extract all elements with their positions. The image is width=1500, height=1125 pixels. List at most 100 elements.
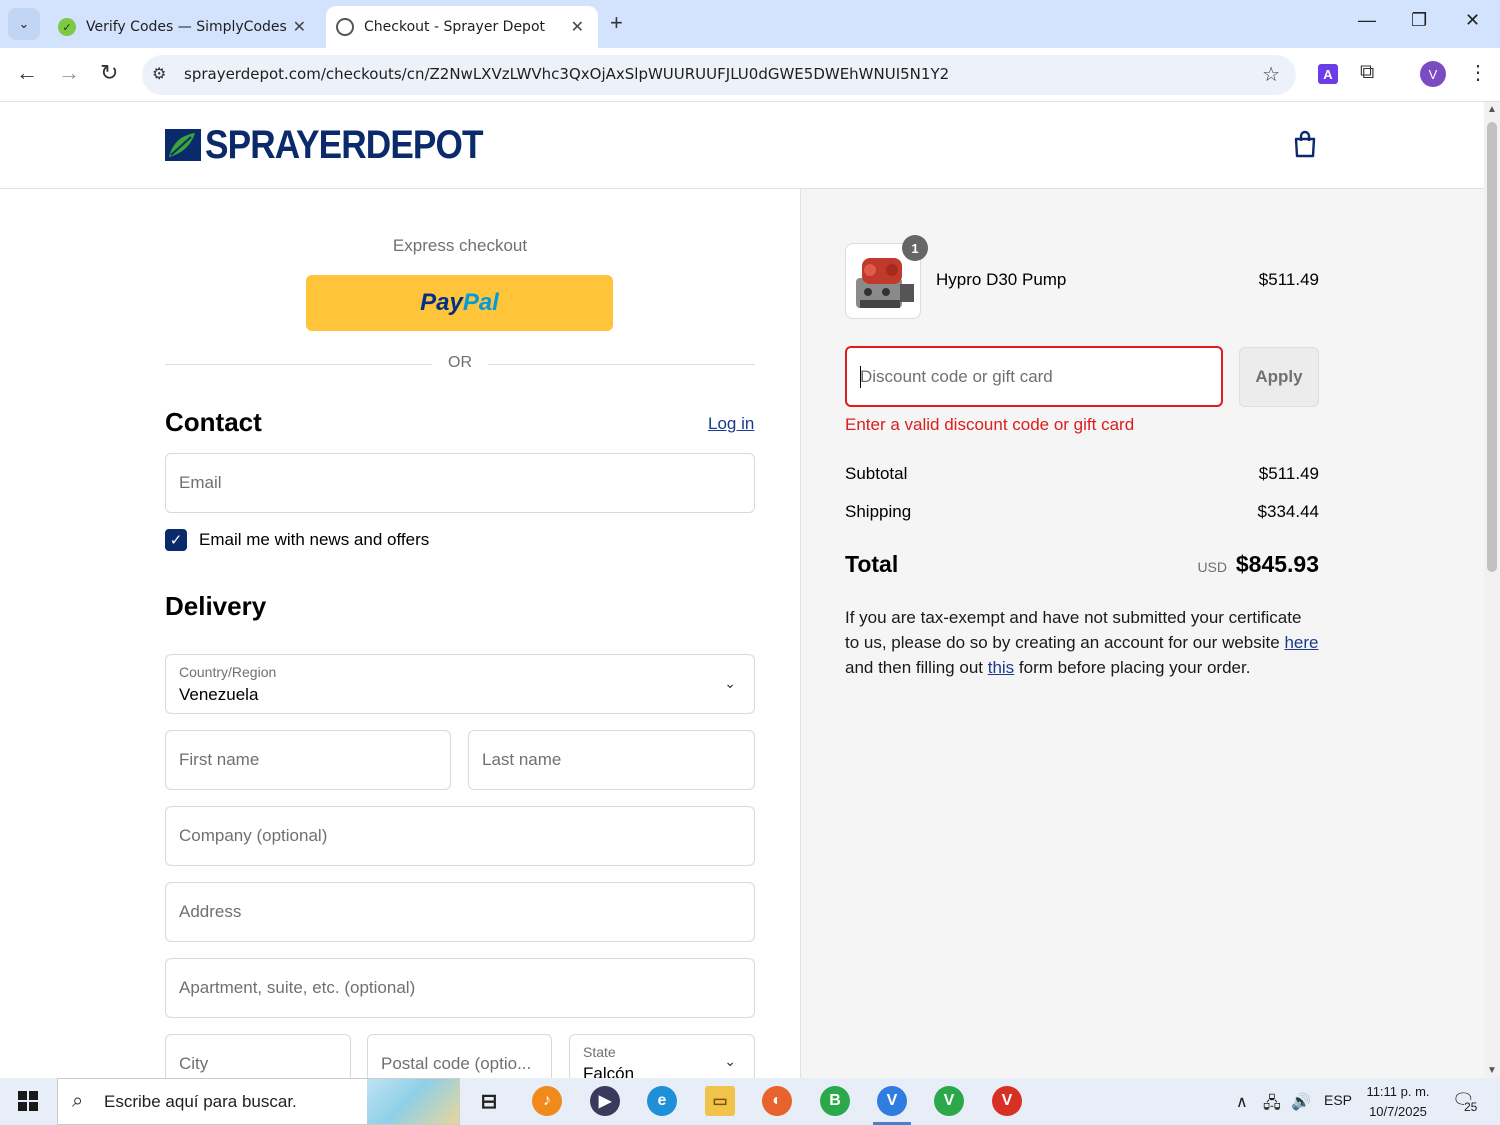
tab-title: Verify Codes — SimplyCodes xyxy=(86,19,287,35)
tab-checkout[interactable]: Checkout - Sprayer Depot ✕ xyxy=(326,6,598,48)
taskbar-search-text: Escribe aquí para buscar. xyxy=(104,1092,297,1111)
paypal-button[interactable]: Pay Pal xyxy=(306,275,613,331)
newsletter-checkbox[interactable]: ✓ xyxy=(165,529,187,551)
extensions-puzzle-icon[interactable]: ⧉ xyxy=(1360,61,1374,84)
new-tab-button[interactable]: + xyxy=(610,10,623,36)
restore-icon[interactable]: ❐ xyxy=(1411,10,1427,31)
network-icon[interactable]: 🖧 xyxy=(1263,1092,1281,1119)
shipping-label: Shipping xyxy=(845,502,912,521)
total-row: Total USD $845.93 xyxy=(845,549,1319,581)
fl-studio-icon[interactable]: ♪ xyxy=(532,1086,562,1116)
close-tab-icon[interactable]: ✕ xyxy=(571,17,584,37)
shipping-value: $334.44 xyxy=(1257,502,1319,521)
task-view-icon[interactable]: ⊟ xyxy=(474,1086,504,1116)
chrome-profile-v-icon[interactable]: V xyxy=(877,1086,907,1116)
order-summary-column: 1 Hypro D30 Pump $511.49 Discount code o… xyxy=(801,189,1484,1078)
reload-icon[interactable]: ↻ xyxy=(100,60,118,86)
total-label: Total xyxy=(845,551,899,577)
discount-error-message: Enter a valid discount code or gift card xyxy=(845,415,1135,434)
tax-note-text: If you are tax-exempt and have not submi… xyxy=(845,608,1302,652)
taskbar-clock[interactable]: 11:11 p. m. 10/7/2025 xyxy=(1362,1082,1434,1122)
globe-icon xyxy=(336,18,354,36)
site-info-icon[interactable]: ⚙ xyxy=(152,64,166,84)
scroll-down-icon[interactable]: ▼ xyxy=(1487,1065,1497,1076)
country-label: Country/Region xyxy=(179,664,277,680)
file-explorer-icon[interactable]: ▭ xyxy=(705,1086,735,1116)
paypal-logo-part2: Pal xyxy=(462,289,499,316)
browser-menu-icon[interactable]: ⋮ xyxy=(1468,60,1488,85)
tab-title: Checkout - Sprayer Depot xyxy=(364,19,545,35)
or-text: OR xyxy=(448,354,472,371)
first-name-field[interactable]: First name xyxy=(165,730,451,790)
address-bar[interactable]: ⚙ sprayerdepot.com/checkouts/cn/Z2NwLXVz… xyxy=(142,55,1296,95)
windows-start-icon[interactable] xyxy=(18,1091,38,1111)
leaf-logo-icon xyxy=(165,129,201,161)
address-field[interactable]: Address xyxy=(165,882,755,942)
shopping-bag-icon[interactable] xyxy=(1293,130,1317,158)
minimize-icon[interactable]: — xyxy=(1358,10,1376,31)
product-name: Hypro D30 Pump xyxy=(936,270,1067,289)
edge-browser-icon[interactable]: e xyxy=(647,1086,677,1116)
total-currency: USD xyxy=(1197,559,1227,575)
postal-code-placeholder: Postal code (optio... xyxy=(381,1054,532,1073)
sprayer-depot-logo[interactable]: SPRAYERDEPOT xyxy=(165,123,521,167)
extension-a-icon[interactable]: A xyxy=(1318,64,1338,84)
browser-toolbar: ← → ↻ ⚙ sprayerdepot.com/checkouts/cn/Z2… xyxy=(0,48,1500,102)
bookmark-star-icon[interactable]: ☆ xyxy=(1262,62,1280,87)
apply-discount-button[interactable]: Apply xyxy=(1239,347,1319,407)
media-player-icon[interactable]: ▶ xyxy=(590,1086,620,1116)
last-name-placeholder: Last name xyxy=(482,750,562,769)
quantity-badge: 1 xyxy=(902,235,928,261)
state-select[interactable]: State Falcón ⌄ xyxy=(569,1034,755,1078)
apartment-field[interactable]: Apartment, suite, etc. (optional) xyxy=(165,958,755,1018)
company-field[interactable]: Company (optional) xyxy=(165,806,755,866)
close-tab-icon[interactable]: ✕ xyxy=(293,17,306,37)
city-field[interactable]: City xyxy=(165,1034,351,1078)
discount-code-input[interactable]: Discount code or gift card xyxy=(845,346,1223,407)
show-hidden-icons-chevron-icon[interactable]: ∧ xyxy=(1236,1092,1248,1112)
country-select[interactable]: Country/Region Venezuela ⌄ xyxy=(165,654,755,714)
firefox-icon[interactable]: ◐ xyxy=(762,1086,792,1116)
or-divider: OR xyxy=(165,354,755,374)
page-scrollbar[interactable]: ▲ ▼ xyxy=(1484,102,1500,1078)
url-text[interactable]: sprayerdepot.com/checkouts/cn/Z2NwLXVzLW… xyxy=(184,65,949,83)
search-highlight-art xyxy=(367,1079,459,1124)
scroll-up-icon[interactable]: ▲ xyxy=(1487,104,1497,115)
apartment-placeholder: Apartment, suite, etc. (optional) xyxy=(179,978,416,997)
chrome-profile-v3-icon[interactable]: V xyxy=(992,1086,1022,1116)
company-placeholder: Company (optional) xyxy=(179,826,328,845)
taskbar-search-box[interactable]: ⌕ Escribe aquí para buscar. xyxy=(57,1078,460,1125)
volume-icon[interactable]: 🔊 xyxy=(1291,1092,1311,1112)
first-name-placeholder: First name xyxy=(179,750,260,769)
tax-this-link[interactable]: this xyxy=(988,658,1014,677)
state-value: Falcón xyxy=(583,1064,635,1078)
notifications-icon[interactable]: 🗨 25 xyxy=(1452,1090,1482,1114)
checkout-form-column: Express checkout Pay Pal OR Contact Log i… xyxy=(0,189,800,1078)
shipping-row: Shipping $334.44 xyxy=(845,502,1319,522)
tab-search-button[interactable]: ⌄ xyxy=(8,8,40,40)
scroll-thumb[interactable] xyxy=(1487,122,1497,572)
back-icon[interactable]: ← xyxy=(16,60,38,86)
language-indicator[interactable]: ESP xyxy=(1324,1092,1352,1108)
email-placeholder: Email xyxy=(179,473,222,492)
newsletter-label: Email me with news and offers xyxy=(199,530,430,549)
email-field[interactable]: Email xyxy=(165,453,755,513)
tax-here-link[interactable]: here xyxy=(1284,633,1318,652)
tab-simplycodes[interactable]: ✓ Verify Codes — SimplyCodes ✕ xyxy=(48,6,320,48)
tax-exempt-note: If you are tax-exempt and have not submi… xyxy=(845,605,1319,680)
postal-code-field[interactable]: Postal code (optio... xyxy=(367,1034,552,1078)
chrome-profile-v2-icon[interactable]: V xyxy=(934,1086,964,1116)
chrome-profile-b-icon[interactable]: B xyxy=(820,1086,850,1116)
last-name-field[interactable]: Last name xyxy=(468,730,755,790)
close-window-icon[interactable]: ✕ xyxy=(1465,10,1480,31)
search-icon: ⌕ xyxy=(72,1090,84,1112)
newsletter-checkbox-row[interactable]: ✓ Email me with news and offers xyxy=(165,529,429,551)
log-in-link[interactable]: Log in xyxy=(708,414,754,434)
express-checkout-label: Express checkout xyxy=(392,236,528,255)
paypal-logo-part1: Pay xyxy=(420,289,463,316)
store-header: SPRAYERDEPOT xyxy=(0,102,1484,189)
discount-placeholder: Discount code or gift card xyxy=(860,367,1053,386)
delivery-heading: Delivery xyxy=(165,591,267,621)
profile-avatar[interactable]: V xyxy=(1420,61,1446,87)
forward-icon[interactable]: → xyxy=(58,60,80,86)
